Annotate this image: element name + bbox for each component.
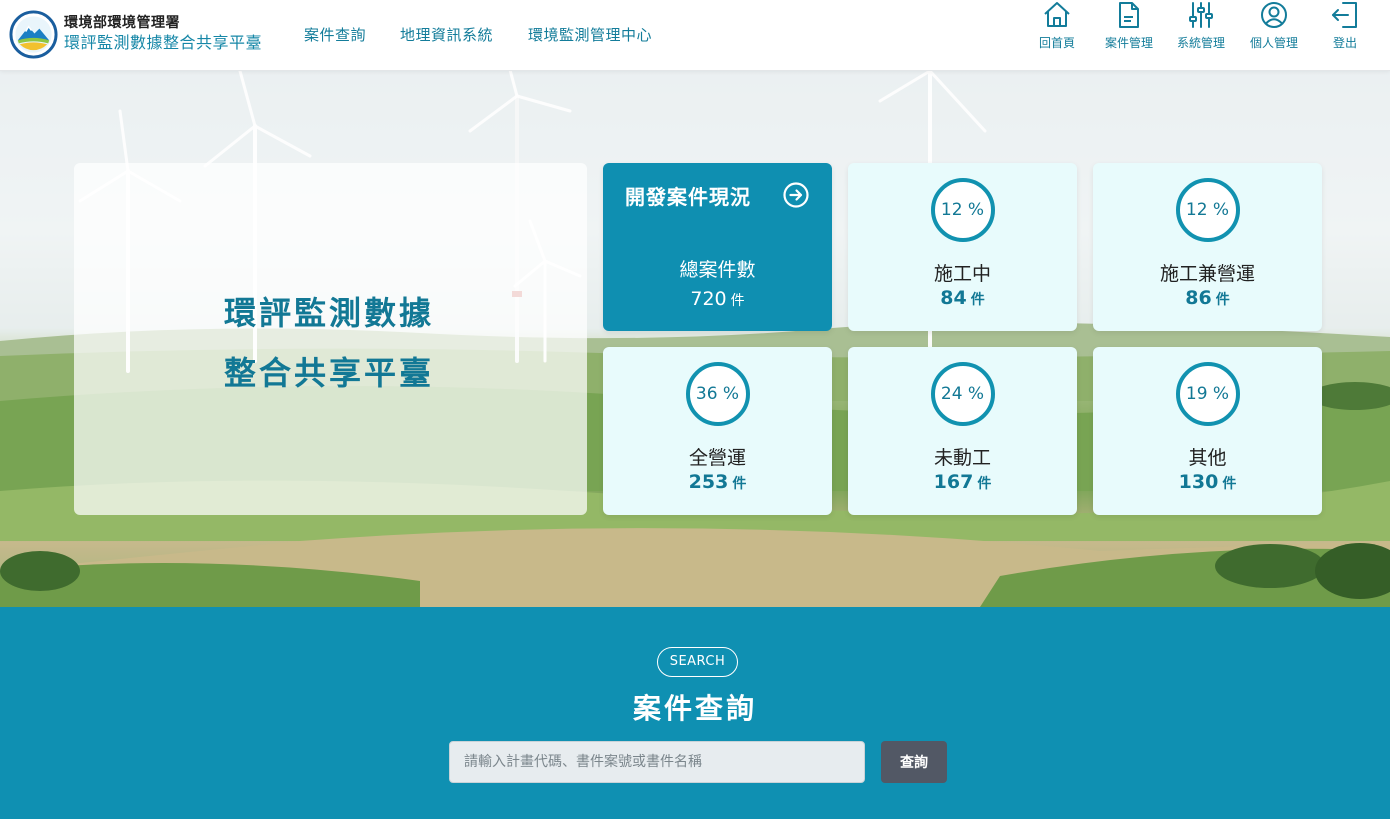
- stat-label: 全營運: [688, 447, 746, 469]
- search-title: 案件查詢: [632, 692, 757, 725]
- stat-count-unit: 件: [977, 476, 992, 492]
- stat-count: 130 件: [1093, 471, 1322, 493]
- percent-ring: 36 %: [685, 362, 750, 426]
- total-count: 720 件: [603, 288, 832, 310]
- search-badge: SEARCH: [657, 647, 738, 677]
- stat-count-unit: 件: [1215, 292, 1230, 308]
- tool-logout-label: 登出: [1332, 36, 1357, 50]
- total-count-unit: 件: [730, 293, 745, 309]
- tool-home-label: 回首頁: [1038, 36, 1075, 50]
- stat-card-construction-and-operation[interactable]: 12 % 施工兼營運 86 件: [1093, 163, 1322, 331]
- intro-panel: 環評監測數據 整合共享平臺: [74, 163, 587, 515]
- percent-ring: 12 %: [1175, 178, 1240, 242]
- nav-gis[interactable]: 地理資訊系統: [400, 24, 493, 45]
- stats-heading: 開發案件現況: [625, 185, 751, 209]
- stat-count-value: 84: [940, 287, 967, 309]
- stats-total-card[interactable]: 開發案件現況 總案件數 720 件: [603, 163, 832, 331]
- nav-monitoring-center[interactable]: 環境監測管理中心: [528, 24, 652, 45]
- stat-label: 其他: [1188, 447, 1227, 469]
- stat-card-full-operation[interactable]: 36 % 全營運 253 件: [603, 347, 832, 515]
- sliders-icon: [1189, 2, 1213, 28]
- search-button[interactable]: 查詢: [881, 741, 947, 783]
- hero-title: 環評監測數據 整合共享平臺: [224, 283, 434, 403]
- total-label: 總案件數: [679, 259, 756, 281]
- stat-count-unit: 件: [1222, 476, 1237, 492]
- hero-banner: 環評監測數據 整合共享平臺 開發案件現況 總案件數 720 件 12 % 施工中 …: [0, 71, 1390, 607]
- tool-system-management-label: 系統管理: [1176, 36, 1225, 50]
- search-section: SEARCH 案件查詢 查詢: [0, 607, 1390, 819]
- tool-personal-management[interactable]: 個人管理: [1239, 0, 1309, 51]
- stat-count-value: 253: [688, 471, 729, 493]
- percent-ring: 24 %: [930, 362, 995, 426]
- stat-count-unit: 件: [970, 292, 985, 308]
- stat-count-value: 167: [933, 471, 974, 493]
- arrow-right-circle-icon[interactable]: [782, 181, 810, 209]
- stat-count: 86 件: [1093, 287, 1322, 309]
- total-count-value: 720: [690, 288, 727, 310]
- site-header: 環境部環境管理署 環評監測數據整合共享平臺 案件查詢 地理資訊系統 環境監測管理…: [0, 0, 1390, 71]
- stat-count-value: 86: [1185, 287, 1212, 309]
- tool-home[interactable]: 回首頁: [1022, 0, 1092, 51]
- percent-ring: 12 %: [930, 178, 995, 242]
- document-icon: [1119, 2, 1139, 28]
- agency-logo[interactable]: [9, 10, 58, 59]
- tool-personal-management-label: 個人管理: [1249, 36, 1298, 50]
- tool-system-management[interactable]: 系統管理: [1166, 0, 1236, 51]
- hero-title-line-2: 整合共享平臺: [224, 354, 435, 392]
- brand[interactable]: 環境部環境管理署 環評監測數據整合共享平臺: [64, 14, 262, 53]
- home-icon: [1044, 2, 1070, 27]
- tool-case-management-label: 案件管理: [1104, 36, 1153, 50]
- stat-label: 未動工: [933, 447, 991, 469]
- hero-title-line-1: 環評監測數據: [224, 294, 435, 332]
- stat-count: 84 件: [848, 287, 1077, 309]
- stat-card-under-construction[interactable]: 12 % 施工中 84 件: [848, 163, 1077, 331]
- logout-icon: [1332, 2, 1357, 28]
- nav-case-query[interactable]: 案件查詢: [304, 24, 366, 45]
- stat-count: 253 件: [603, 471, 832, 493]
- stat-count: 167 件: [848, 471, 1077, 493]
- tool-case-management[interactable]: 案件管理: [1094, 0, 1164, 51]
- search-input[interactable]: [449, 741, 865, 783]
- stat-count-value: 130: [1178, 471, 1219, 493]
- tool-logout[interactable]: 登出: [1310, 0, 1380, 51]
- stat-label: 施工兼營運: [1159, 263, 1255, 285]
- org-name: 環境部環境管理署: [64, 15, 180, 31]
- percent-ring: 19 %: [1175, 362, 1240, 426]
- stat-card-other[interactable]: 19 % 其他 130 件: [1093, 347, 1322, 515]
- stat-count-unit: 件: [732, 476, 747, 492]
- stat-card-not-started[interactable]: 24 % 未動工 167 件: [848, 347, 1077, 515]
- stat-label: 施工中: [933, 263, 991, 285]
- system-name: 環評監測數據整合共享平臺: [64, 33, 263, 52]
- user-icon: [1261, 2, 1287, 28]
